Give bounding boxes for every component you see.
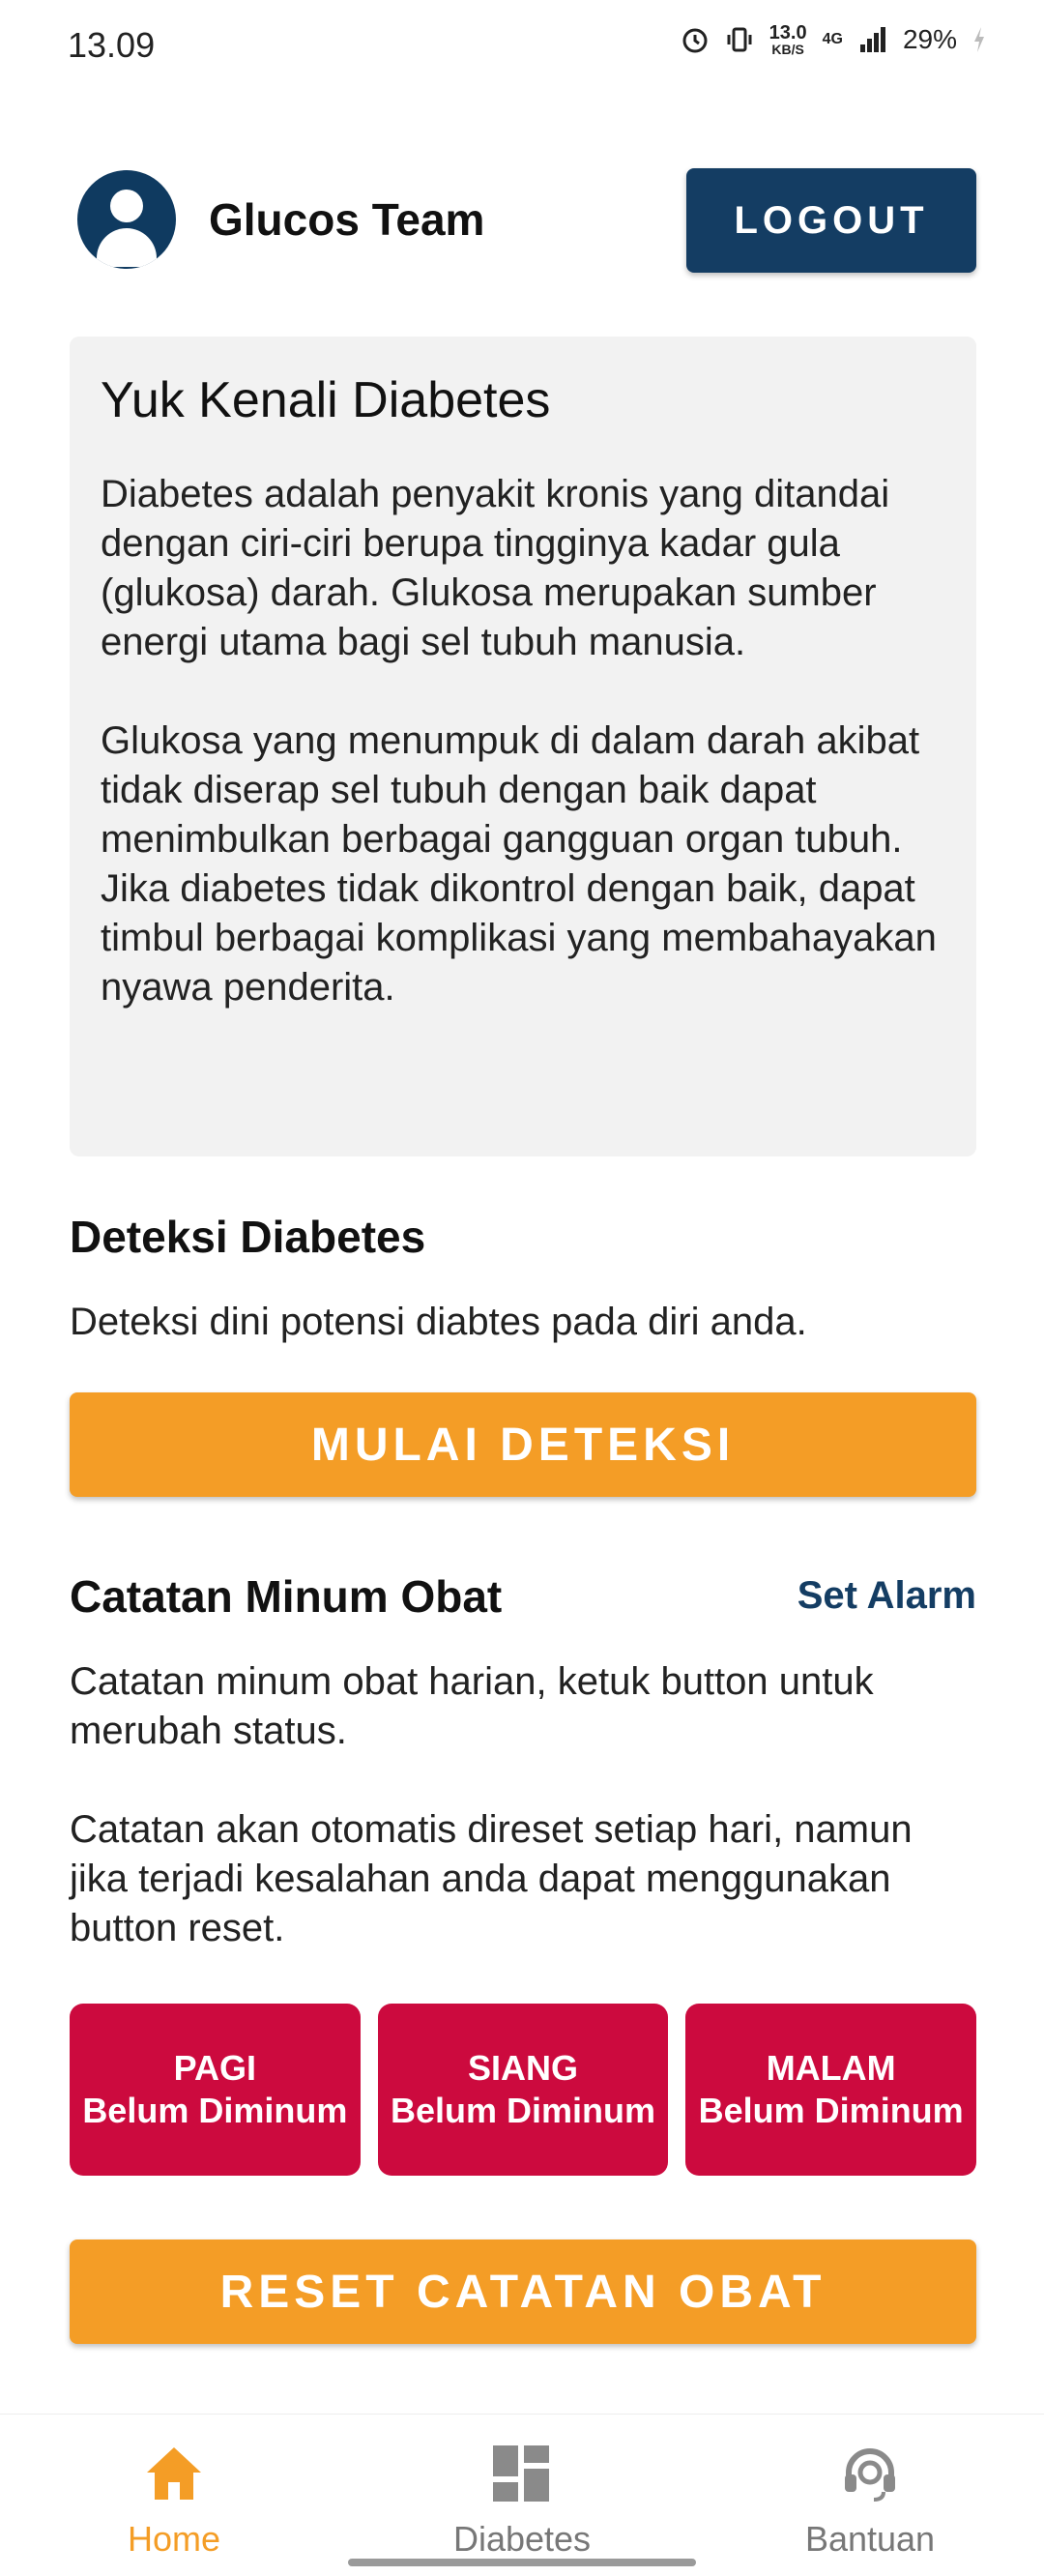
info-card: Yuk Kenali Diabetes Diabetes adalah peny… xyxy=(70,337,976,1156)
headset-icon xyxy=(845,2448,895,2502)
logout-button[interactable]: LOGOUT xyxy=(686,168,976,273)
network-speed-value: 13.0 xyxy=(768,22,807,44)
detection-title: Deteksi Diabetes xyxy=(70,1212,426,1262)
nav-item-help[interactable]: Bantuan xyxy=(696,2415,1044,2576)
dose-time-label: MALAM xyxy=(766,2048,896,2088)
network-type: 4G xyxy=(822,31,843,47)
medication-description-2: Catatan akan otomatis direset setiap har… xyxy=(70,1808,913,1949)
alarm-icon xyxy=(682,28,708,53)
info-paragraph-2: Glukosa yang menumpuk di dalam darah aki… xyxy=(101,719,937,1009)
dose-buttons: PAGI Belum Diminum SIANG Belum Diminum M… xyxy=(70,2004,977,2176)
reset-medication-button[interactable]: RESET CATATAN OBAT xyxy=(70,2239,976,2344)
nav-item-home[interactable]: Home xyxy=(0,2415,348,2576)
dose-morning-button[interactable]: PAGI Belum Diminum xyxy=(70,2004,361,2176)
start-detection-button[interactable]: MULAI DETEKSI xyxy=(70,1392,976,1497)
dose-time-label: SIANG xyxy=(468,2048,579,2088)
vibrate-icon xyxy=(727,27,752,52)
avatar-icon xyxy=(77,170,176,269)
info-title: Yuk Kenali Diabetes xyxy=(101,372,551,428)
network-speed-unit: KB/S xyxy=(771,42,804,57)
dashboard-icon xyxy=(491,2444,553,2505)
dose-status-label: Belum Diminum xyxy=(390,2091,656,2130)
status-icons: 13.0 KB/S 4G 29% xyxy=(681,23,986,56)
medication-description-1: Catatan minum obat harian, ketuk button … xyxy=(70,1660,874,1752)
dose-night-button[interactable]: MALAM Belum Diminum xyxy=(685,2004,977,2176)
battery-percent: 29% xyxy=(902,24,957,54)
dose-time-label: PAGI xyxy=(173,2048,256,2088)
set-alarm-link[interactable]: Set Alarm xyxy=(798,1574,976,1618)
user-name: Glucos Team xyxy=(209,194,485,245)
charging-icon xyxy=(974,27,984,52)
nav-item-diabetes[interactable]: Diabetes xyxy=(348,2415,696,2576)
detection-description: Deteksi dini potensi diabtes pada diri a… xyxy=(70,1301,807,1343)
network-speed: 13.0 KB/S xyxy=(769,23,807,56)
nav-label: Home xyxy=(127,2519,221,2559)
status-time: 13.09 xyxy=(68,25,156,65)
dose-status-label: Belum Diminum xyxy=(698,2091,964,2130)
bottom-nav: Home Diabetes Bantuan xyxy=(0,2414,1044,2576)
dose-noon-button[interactable]: SIANG Belum Diminum xyxy=(377,2004,669,2176)
nav-label: Diabetes xyxy=(452,2519,592,2559)
gesture-bar xyxy=(348,2559,696,2566)
info-paragraph-1: Diabetes adalah penyakit kronis yang dit… xyxy=(101,473,890,663)
dose-status-label: Belum Diminum xyxy=(82,2091,348,2130)
status-bar: 13.09 13.0 KB/S 4G 29% xyxy=(0,0,1044,93)
nav-label: Bantuan xyxy=(804,2519,936,2559)
signal-icon xyxy=(859,27,885,52)
medication-title: Catatan Minum Obat xyxy=(70,1571,503,1622)
home-icon xyxy=(143,2444,205,2505)
